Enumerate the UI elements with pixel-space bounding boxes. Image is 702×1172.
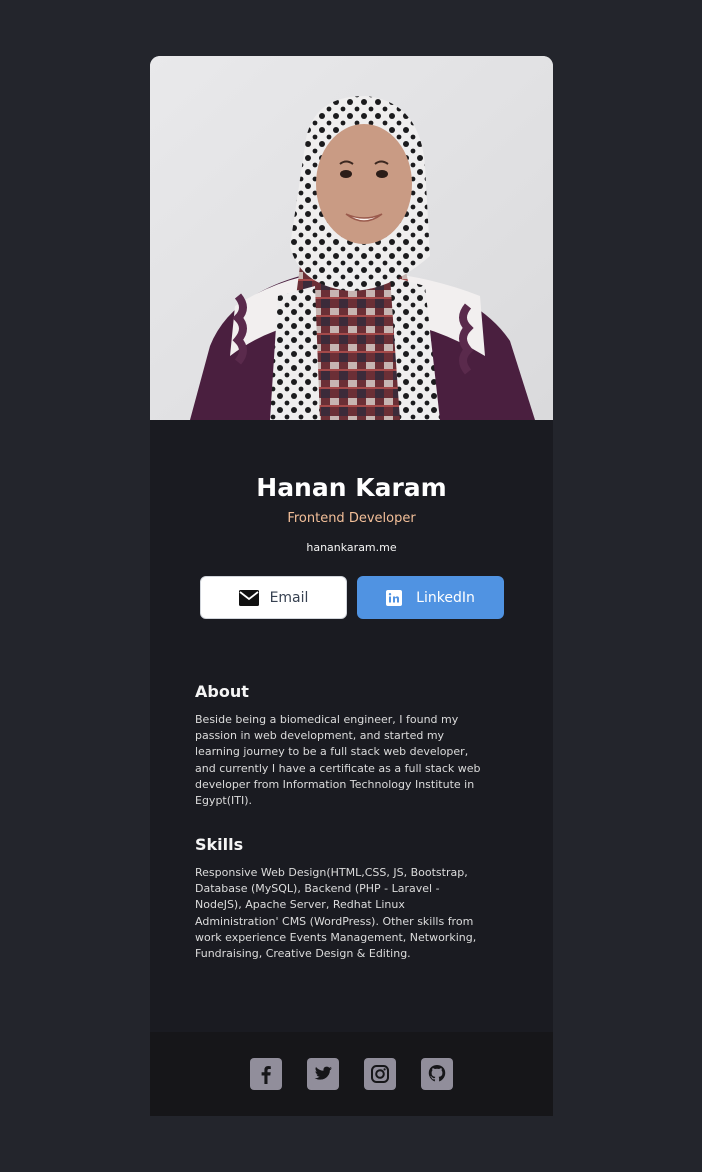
email-button-label: Email — [269, 589, 309, 606]
github-icon[interactable] — [421, 1058, 453, 1090]
profile-card: Hanan Karam Frontend Developer hanankara… — [150, 56, 553, 1116]
website-link[interactable]: hanankaram.me — [150, 540, 553, 556]
skills-text: Responsive Web Design(HTML,CSS, JS, Boot… — [195, 866, 477, 961]
instagram-icon[interactable] — [364, 1058, 396, 1090]
envelope-icon — [238, 589, 259, 606]
social-footer — [150, 1032, 553, 1116]
linkedin-button-label: LinkedIn — [416, 589, 475, 606]
linkedin-icon — [386, 589, 403, 606]
about-text: Beside being a biomedical engineer, I fo… — [195, 713, 481, 808]
linkedin-button[interactable]: LinkedIn — [357, 576, 504, 619]
facebook-icon[interactable] — [250, 1058, 282, 1090]
profile-photo — [150, 56, 553, 420]
about-heading: About — [195, 682, 249, 701]
skills-heading: Skills — [195, 835, 244, 854]
profile-title: Frontend Developer — [287, 511, 416, 526]
twitter-icon[interactable] — [307, 1058, 339, 1090]
profile-name: Hanan Karam — [256, 473, 447, 502]
email-button[interactable]: Email — [200, 576, 347, 619]
